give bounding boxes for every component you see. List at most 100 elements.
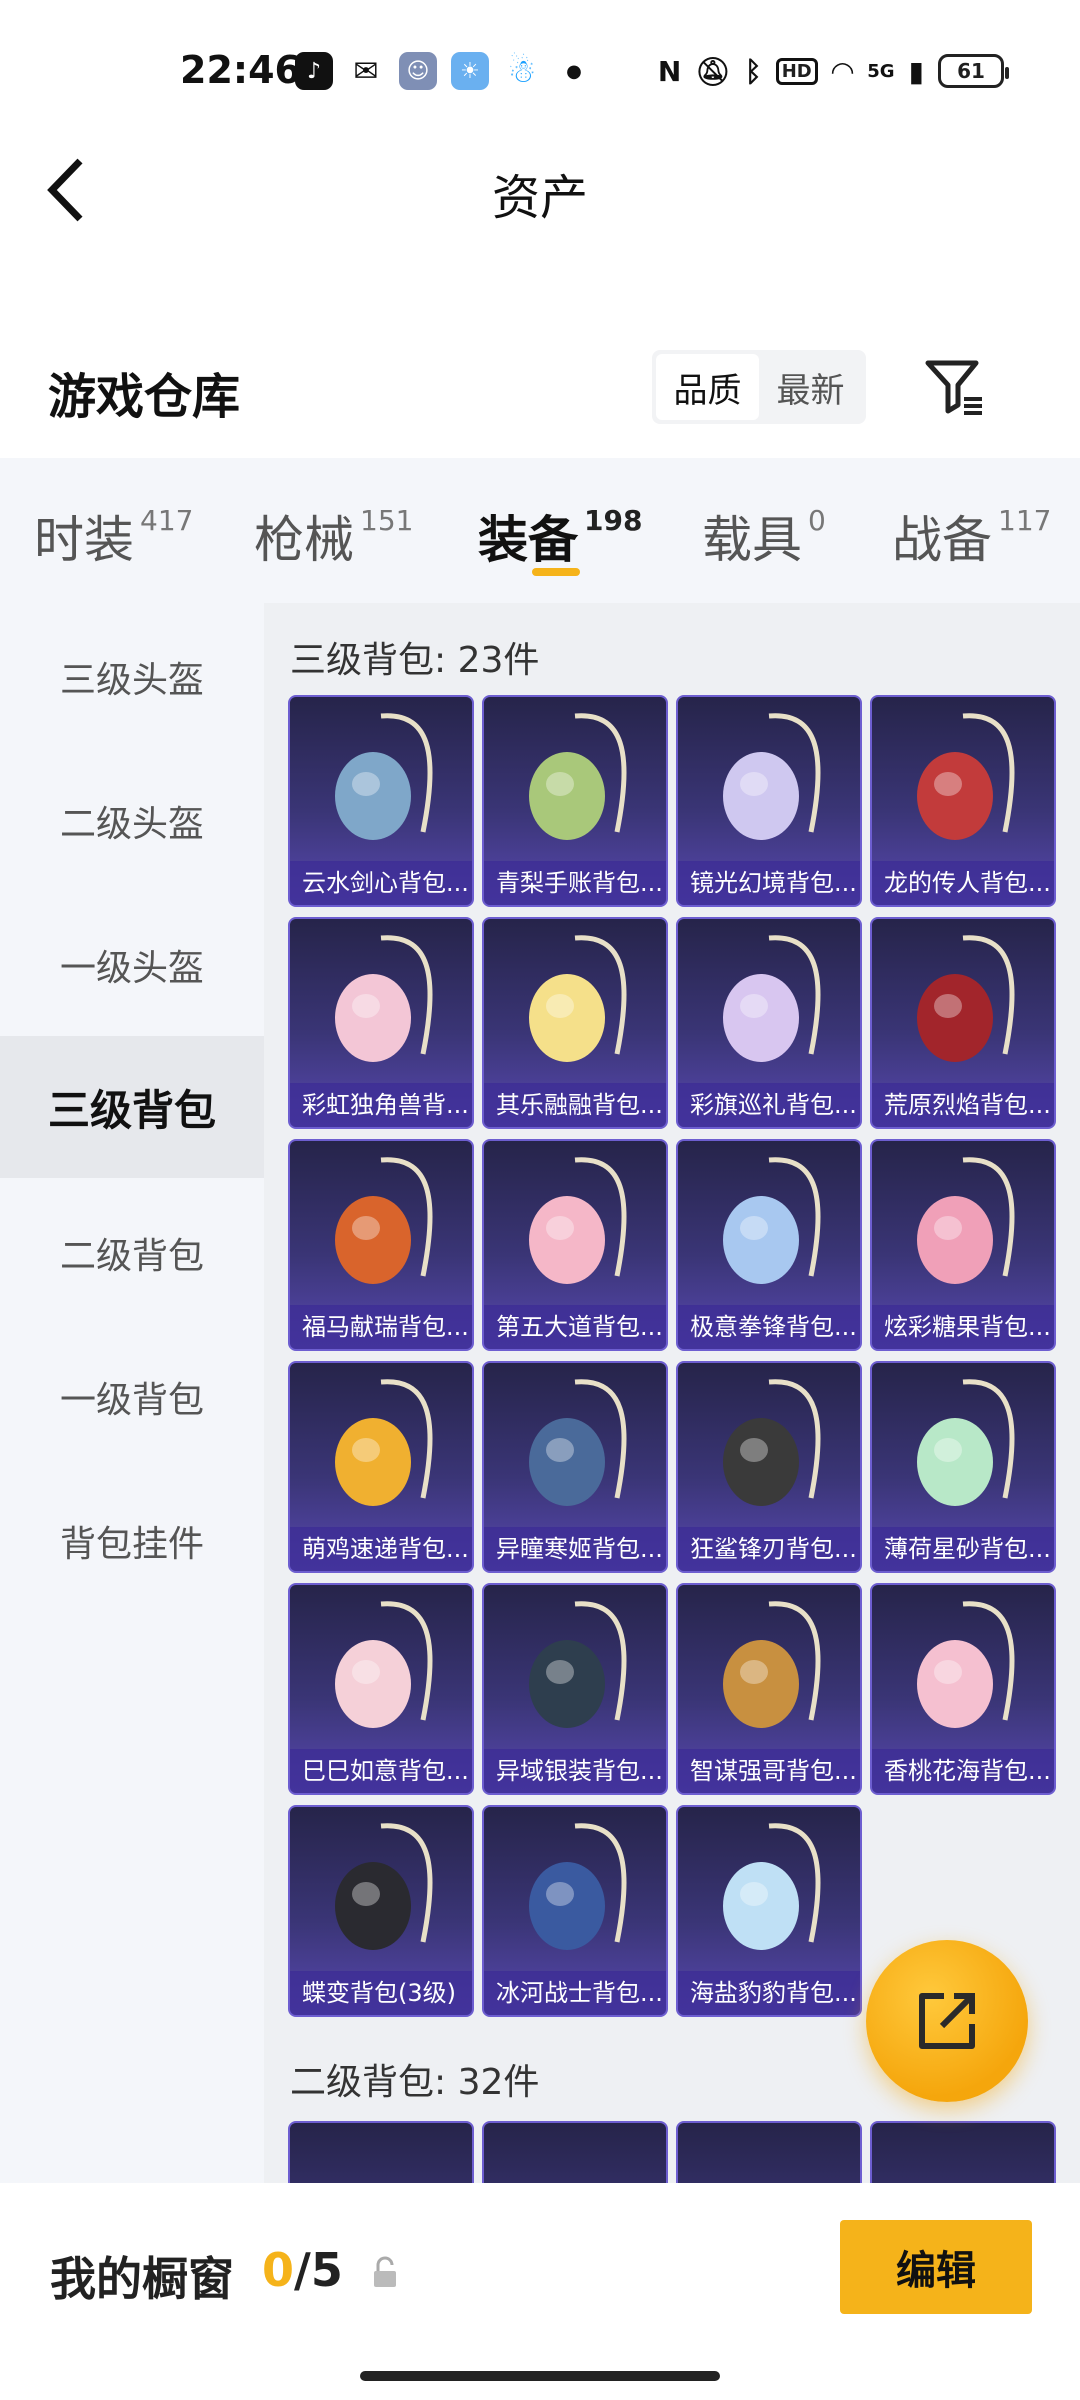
sort-newest-button[interactable]: 最新 [759, 354, 862, 420]
backpack-image [872, 1363, 1054, 1527]
item-card[interactable]: 异域银装背包... [482, 1583, 668, 1795]
tab-supplies[interactable]: 战备 117 [892, 500, 1051, 572]
wechat-icon: ✉ [353, 53, 379, 89]
item-card-partial[interactable] [288, 2121, 474, 2183]
sidebar-item-helmet-1[interactable]: 一级头盔 [0, 894, 264, 1036]
item-card[interactable]: 彩旗巡礼背包... [676, 917, 862, 1129]
item-card-name: 彩虹独角兽背... [290, 1083, 472, 1127]
backpack-image [484, 1363, 666, 1527]
backpack-image [678, 1807, 860, 1971]
lock-icon [374, 2256, 396, 2287]
item-card[interactable]: 云水剑心背包... [288, 695, 474, 907]
home-indicator[interactable] [360, 2371, 720, 2381]
tab-label: 枪械 [254, 511, 354, 569]
item-card[interactable]: 福马献瑞背包... [288, 1139, 474, 1351]
backpack-image [484, 919, 666, 1083]
tab-label: 时装 [34, 511, 134, 569]
item-card-name: 福马献瑞背包... [290, 1305, 472, 1349]
item-card[interactable]: 彩虹独角兽背... [288, 917, 474, 1129]
sidebar: 三级头盔 二级头盔 一级头盔 三级背包 二级背包 一级背包 背包挂件 [0, 603, 264, 2183]
item-card-name: 第五大道背包... [484, 1305, 666, 1349]
backpack-image [290, 1585, 472, 1749]
item-card-partial[interactable] [482, 2121, 668, 2183]
backpack-image [678, 1141, 860, 1305]
item-card[interactable]: 萌鸡速递背包... [288, 1361, 474, 1573]
item-card-name: 狂鲨锋刃背包... [678, 1527, 860, 1571]
backpack-image [678, 1363, 860, 1527]
section-title: 三级背包: 23件 [290, 640, 540, 681]
tab-fashion[interactable]: 时装 417 [34, 500, 193, 572]
item-card[interactable]: 镜光幻境背包... [676, 695, 862, 907]
item-card[interactable]: 智谋强哥背包... [676, 1583, 862, 1795]
sidebar-item-helmet-3[interactable]: 三级头盔 [0, 606, 264, 748]
item-card-name: 冰河战士背包... [484, 1971, 666, 2015]
item-card[interactable]: 青梨手账背包... [482, 695, 668, 907]
backpack-image [484, 1807, 666, 1971]
sidebar-item-backpack-1[interactable]: 一级背包 [0, 1326, 264, 1468]
filter-button[interactable] [922, 355, 986, 419]
backpack-image [872, 697, 1054, 861]
sort-quality-button[interactable]: 品质 [656, 354, 759, 420]
edit-button[interactable]: 编辑 [840, 2220, 1032, 2314]
weather-icon: ☀ [451, 52, 489, 90]
item-card[interactable]: 巳巳如意背包... [288, 1583, 474, 1795]
backpack-image [872, 1141, 1054, 1305]
backpack-image [484, 1141, 666, 1305]
item-card[interactable]: 异瞳寒姬背包... [482, 1361, 668, 1573]
item-card-name: 蝶变背包(3级) [290, 1971, 472, 2015]
item-card-name: 萌鸡速递背包... [290, 1527, 472, 1571]
item-card[interactable]: 狂鲨锋刃背包... [676, 1361, 862, 1573]
item-card-name: 青梨手账背包... [484, 861, 666, 905]
backpack-image [484, 1585, 666, 1749]
item-card[interactable]: 冰河战士背包... [482, 1805, 668, 2017]
item-card-partial[interactable] [870, 2121, 1056, 2183]
item-card[interactable]: 香桃花海背包... [870, 1583, 1056, 1795]
item-card[interactable]: 蝶变背包(3级) [288, 1805, 474, 2017]
tab-count: 151 [360, 504, 414, 537]
item-card-partial[interactable] [676, 2121, 862, 2183]
sidebar-item-backpack-2[interactable]: 二级背包 [0, 1182, 264, 1324]
tab-vehicles[interactable]: 载具 0 [702, 500, 826, 572]
section-title: 二级背包: 32件 [290, 2062, 540, 2103]
backpack-image [678, 1585, 860, 1749]
item-card-name: 极意拳锋背包... [678, 1305, 860, 1349]
backpack-image [678, 697, 860, 861]
item-card-name: 异瞳寒姬背包... [484, 1527, 666, 1571]
battery-icon: 61 [938, 54, 1009, 88]
tiktok-icon: ♪ [295, 52, 333, 90]
showcase-label: 我的橱窗 [50, 2252, 234, 2306]
backpack-image [484, 697, 666, 861]
page-title: 资产 [491, 170, 588, 226]
item-card[interactable]: 海盐豹豹背包... [676, 1805, 862, 2017]
tab-equipment[interactable]: 装备 198 [478, 500, 642, 572]
dot-icon: ● [566, 60, 582, 82]
item-card-name: 炫彩糖果背包... [872, 1305, 1054, 1349]
item-card[interactable]: 薄荷星砂背包... [870, 1361, 1056, 1573]
tab-guns[interactable]: 枪械 151 [254, 500, 413, 572]
item-card-name: 智谋强哥背包... [678, 1749, 860, 1793]
showcase-current: 0 [262, 2243, 295, 2297]
item-card[interactable]: 龙的传人背包... [870, 695, 1056, 907]
item-card[interactable]: 炫彩糖果背包... [870, 1139, 1056, 1351]
signal-label: 5G [867, 60, 895, 82]
warehouse-title: 游戏仓库 [48, 369, 241, 425]
nfc-icon: N [657, 54, 682, 88]
item-card[interactable]: 极意拳锋背包... [676, 1139, 862, 1351]
backpack-image [678, 919, 860, 1083]
sidebar-item-backpack-3[interactable]: 三级背包 [0, 1036, 264, 1178]
showcase-total: /5 [294, 2243, 343, 2297]
mute-icon: 🔕︎ [695, 54, 731, 88]
item-card[interactable]: 荒原烈焰背包... [870, 917, 1056, 1129]
item-card-name: 彩旗巡礼背包... [678, 1083, 860, 1127]
item-card[interactable]: 其乐融融背包... [482, 917, 668, 1129]
notification-icons: ♪ ✉ ☺ ☀ ☃ ● [295, 48, 593, 94]
sidebar-item-backpack-pendant[interactable]: 背包挂件 [0, 1470, 264, 1612]
share-fab-button[interactable] [866, 1940, 1028, 2102]
sidebar-item-helmet-2[interactable]: 二级头盔 [0, 750, 264, 892]
status-bar: 22:46 ♪ ✉ ☺ ☀ ☃ ● N 🔕︎ ᛒ HD ◠ 5G ▮ 61 [0, 0, 1080, 140]
item-card[interactable]: 第五大道背包... [482, 1139, 668, 1351]
hd-icon: HD [775, 57, 818, 85]
item-card-name: 荒原烈焰背包... [872, 1083, 1054, 1127]
tab-label: 装备 [478, 511, 578, 569]
backpack-image [290, 1141, 472, 1305]
